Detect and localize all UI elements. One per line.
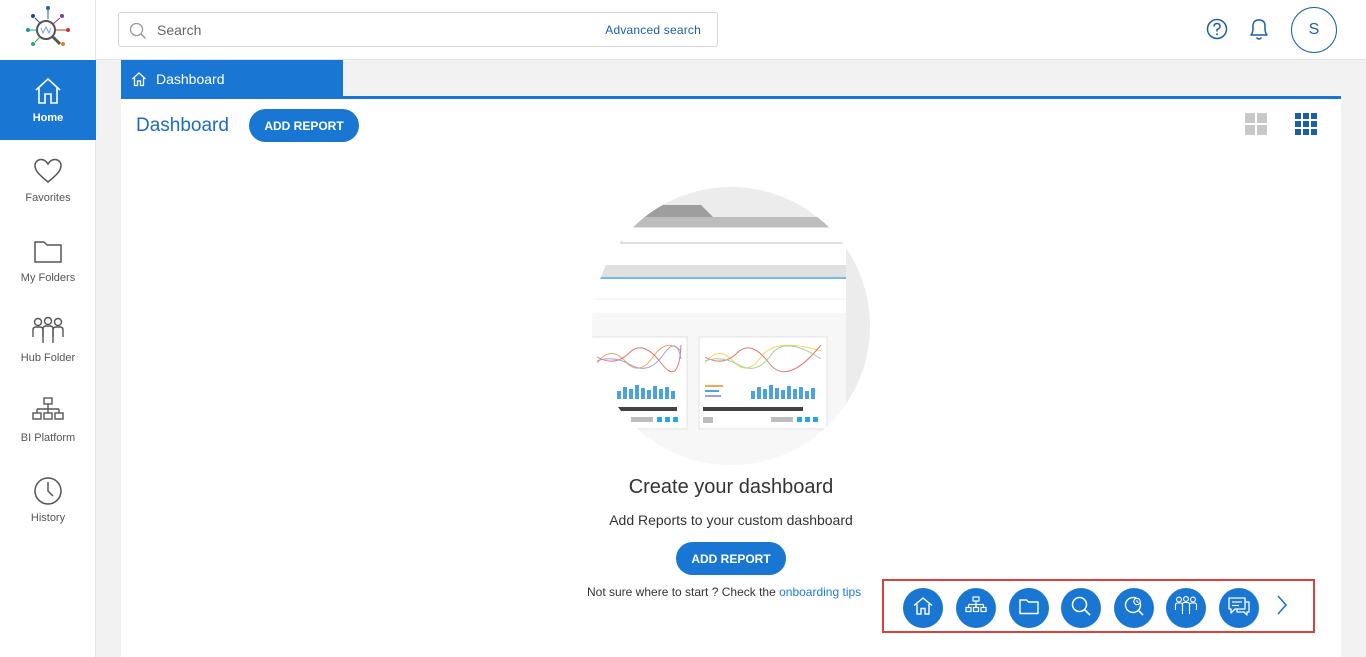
empty-state-subtitle: Add Reports to your custom dashboard bbox=[609, 512, 853, 528]
onboarding-home-button[interactable] bbox=[903, 588, 943, 628]
sidebar-item-label: BI Platform bbox=[20, 432, 76, 444]
sidebar-item-label: History bbox=[30, 512, 66, 524]
page-title: Dashboard bbox=[136, 115, 229, 136]
empty-state-title: Create your dashboard bbox=[628, 476, 834, 498]
search-icon bbox=[129, 22, 147, 45]
home-icon bbox=[912, 595, 934, 622]
help-icon[interactable] bbox=[1206, 18, 1228, 45]
sidebar-item-home[interactable]: Home bbox=[0, 60, 96, 140]
sidebar-item-favorites[interactable]: Favorites bbox=[0, 140, 96, 220]
tips-prefix: Not sure where to start ? Check the bbox=[587, 585, 780, 599]
heart-icon bbox=[31, 154, 65, 188]
search-icon bbox=[1070, 595, 1092, 622]
chat-icon bbox=[1227, 595, 1251, 622]
sidebar-item-label: Favorites bbox=[25, 192, 71, 204]
add-report-button-center[interactable]: ADD REPORT bbox=[676, 542, 786, 575]
onboarding-bi-platform-button[interactable] bbox=[956, 588, 996, 628]
sidebar-item-my-folders[interactable]: My Folders bbox=[0, 220, 96, 300]
people-icon bbox=[1174, 595, 1198, 622]
chevron-right-icon bbox=[1275, 594, 1289, 621]
hierarchy-icon bbox=[965, 595, 987, 622]
hierarchy-icon bbox=[31, 394, 65, 428]
onboarding-tips-line: Not sure where to start ? Check the onbo… bbox=[587, 585, 861, 599]
onboarding-hub-folder-button[interactable] bbox=[1166, 588, 1206, 628]
empty-dashboard-illustration bbox=[591, 185, 871, 467]
onboarding-search-history-button[interactable] bbox=[1114, 588, 1154, 628]
home-icon bbox=[31, 74, 65, 108]
sidebar-item-label: Hub Folder bbox=[20, 352, 76, 364]
search-box: Advanced search bbox=[118, 12, 718, 47]
onboarding-toolbar bbox=[882, 579, 1315, 633]
people-icon bbox=[31, 314, 65, 348]
advanced-search-link[interactable]: Advanced search bbox=[605, 23, 701, 37]
sidebar-item-label: Home bbox=[32, 112, 64, 124]
sidebar-item-bi-platform[interactable]: BI Platform bbox=[0, 380, 96, 460]
user-avatar[interactable]: S bbox=[1291, 7, 1337, 53]
sidebar-item-hub-folder[interactable]: Hub Folder bbox=[0, 300, 96, 380]
folder-icon bbox=[31, 234, 65, 268]
sidebar-item-history[interactable]: History bbox=[0, 460, 96, 540]
onboarding-search-button[interactable] bbox=[1061, 588, 1101, 628]
dashboard-panel: Dashboard ADD REPORT Create your dashboa… bbox=[121, 99, 1341, 657]
grid-2x2-icon[interactable] bbox=[1245, 113, 1267, 140]
add-report-button[interactable]: ADD REPORT bbox=[249, 109, 359, 142]
clock-icon bbox=[31, 474, 65, 508]
bell-icon[interactable] bbox=[1248, 16, 1270, 47]
onboarding-folder-button[interactable] bbox=[1009, 588, 1049, 628]
top-bar: Advanced search S bbox=[96, 0, 1366, 60]
search-input[interactable] bbox=[157, 19, 557, 41]
onboarding-tips-link[interactable]: onboarding tips bbox=[779, 585, 861, 599]
app-logo[interactable] bbox=[22, 4, 74, 56]
grid-3x3-icon[interactable] bbox=[1295, 113, 1317, 140]
onboarding-next-button[interactable] bbox=[1270, 593, 1294, 621]
tab-label: Dashboard bbox=[156, 70, 225, 87]
tab-dashboard[interactable]: Dashboard bbox=[121, 60, 343, 97]
search-history-icon bbox=[1123, 595, 1145, 622]
home-icon bbox=[131, 71, 147, 87]
sidebar: Home Favorites My Folders Hub Folder BI … bbox=[0, 0, 96, 657]
sidebar-item-label: My Folders bbox=[20, 272, 76, 284]
onboarding-chat-button[interactable] bbox=[1219, 588, 1259, 628]
folder-icon bbox=[1018, 595, 1040, 622]
